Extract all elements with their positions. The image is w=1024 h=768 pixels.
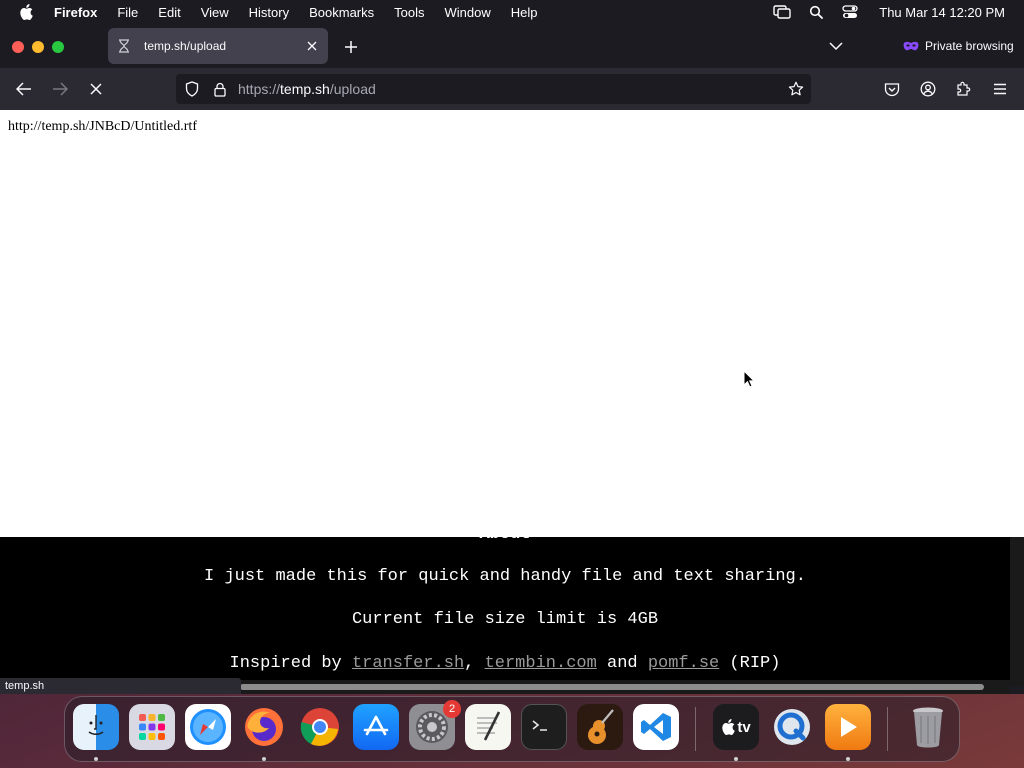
about-line-purpose: I just made this for quick and handy fil… [204,567,806,586]
list-all-tabs-chevron-down-icon[interactable] [828,38,844,54]
menu-edit[interactable]: Edit [158,5,180,20]
menu-help[interactable]: Help [511,5,538,20]
page-content: http://temp.sh/JNBcD/Untitled.rtf [0,110,1024,537]
menu-file[interactable]: File [117,5,138,20]
inspired-suffix: (RIP) [719,654,781,673]
hourglass-icon [116,38,132,54]
screen-mirroring-icon[interactable] [772,4,792,20]
menubar-clock[interactable]: Thu Mar 14 12:20 PM [879,5,1005,20]
menu-history[interactable]: History [249,5,289,20]
inspired-prefix: Inspired by [229,654,352,673]
system-settings-gear-icon[interactable]: 2 [409,700,461,750]
menu-tools[interactable]: Tools [394,5,424,20]
account-icon[interactable] [919,80,937,98]
menu-view[interactable]: View [201,5,229,20]
menu-bar: Firefox File Edit View History Bookmarks… [0,0,1024,24]
link-termbin-com[interactable]: termbin.com [485,654,597,673]
finder-running-dot [94,757,98,761]
infuse-running-dot [846,757,850,761]
link-status-bar: temp.sh [0,678,241,694]
pocket-icon[interactable] [883,80,901,98]
back-arrow-icon[interactable] [15,80,33,98]
trash-icon[interactable] [905,704,951,750]
navigation-toolbar: https://temp.sh/upload [0,68,1024,110]
stop-loading-x-icon[interactable] [87,80,105,98]
new-tab-plus-icon[interactable] [342,38,360,56]
private-mask-icon [903,38,919,54]
apple-menu-icon[interactable] [18,4,34,20]
finder-icon[interactable] [73,704,119,750]
firefox-running-dot [262,757,266,761]
dock-separator [695,707,696,751]
quicktime-icon[interactable] [769,704,815,750]
window-controls [12,41,72,53]
extensions-puzzle-icon[interactable] [955,80,973,98]
safari-icon[interactable] [185,704,231,750]
address-bar[interactable]: https://temp.sh/upload [176,74,811,104]
about-section: About I just made this for quick and han… [0,525,1010,686]
lock-icon[interactable] [212,81,228,97]
about-line-inspired-by: Inspired by transfer.sh, termbin.com and… [0,654,1010,673]
window-zoom-button[interactable] [52,41,64,53]
about-heading: About [479,525,531,544]
control-center-icon[interactable] [840,4,860,20]
tab-title: temp.sh/upload [144,39,227,53]
menu-window[interactable]: Window [445,5,491,20]
menu-bookmarks[interactable]: Bookmarks [309,5,374,20]
vertical-scrollbar[interactable] [1010,537,1024,686]
upload-response-url: http://temp.sh/JNBcD/Untitled.rtf [8,119,197,134]
firefox-icon[interactable] [241,704,287,750]
settings-notification-badge: 2 [443,700,461,718]
dock-separator-trash [887,707,888,751]
launchpad-icon[interactable] [129,704,175,750]
dock: 2 tv [64,696,960,762]
tab-strip: temp.sh/upload Private browsing [0,24,1024,68]
link-transfer-sh[interactable]: transfer.sh [352,654,464,673]
url-host: temp.sh [280,81,330,97]
vscode-icon[interactable] [633,704,679,750]
inspired-sep-1: , [464,654,485,673]
garageband-guitar-icon[interactable] [577,704,623,750]
forward-arrow-icon[interactable] [51,80,69,98]
bookmark-star-icon[interactable] [787,80,805,98]
url-path: /upload [329,81,376,97]
window-minimize-button[interactable] [32,41,44,53]
inspired-sep-2: and [596,654,648,673]
horizontal-scrollbar-thumb[interactable] [240,684,984,690]
infuse-play-icon[interactable] [825,704,871,750]
private-browsing-indicator: Private browsing [903,38,1014,54]
terminal-icon[interactable] [521,704,567,750]
tab-close-icon[interactable] [304,38,320,54]
mouse-cursor-icon [743,370,755,388]
link-pomf-se[interactable]: pomf.se [648,654,719,673]
apple-tv-label: tv [737,718,751,736]
tracking-protection-shield-icon[interactable] [184,81,200,97]
menu-app-firefox[interactable]: Firefox [54,5,97,20]
tab-temp-sh-upload[interactable]: temp.sh/upload [108,28,328,64]
textedit-icon[interactable] [465,704,511,750]
about-line-size-limit: Current file size limit is 4GB [351,610,659,629]
window-close-button[interactable] [12,41,24,53]
chrome-icon[interactable] [297,704,343,750]
url-text: https://temp.sh/upload [238,81,376,97]
url-scheme: https:// [238,81,281,97]
hamburger-menu-icon[interactable] [991,80,1009,98]
app-store-icon[interactable] [353,704,399,750]
apple-tv-icon[interactable]: tv [713,704,759,750]
apple-tv-running-dot [734,757,738,761]
browser-window: temp.sh/upload Private browsing https://… [0,24,1024,694]
spotlight-search-icon[interactable] [806,4,826,20]
private-browsing-label: Private browsing [925,39,1014,53]
